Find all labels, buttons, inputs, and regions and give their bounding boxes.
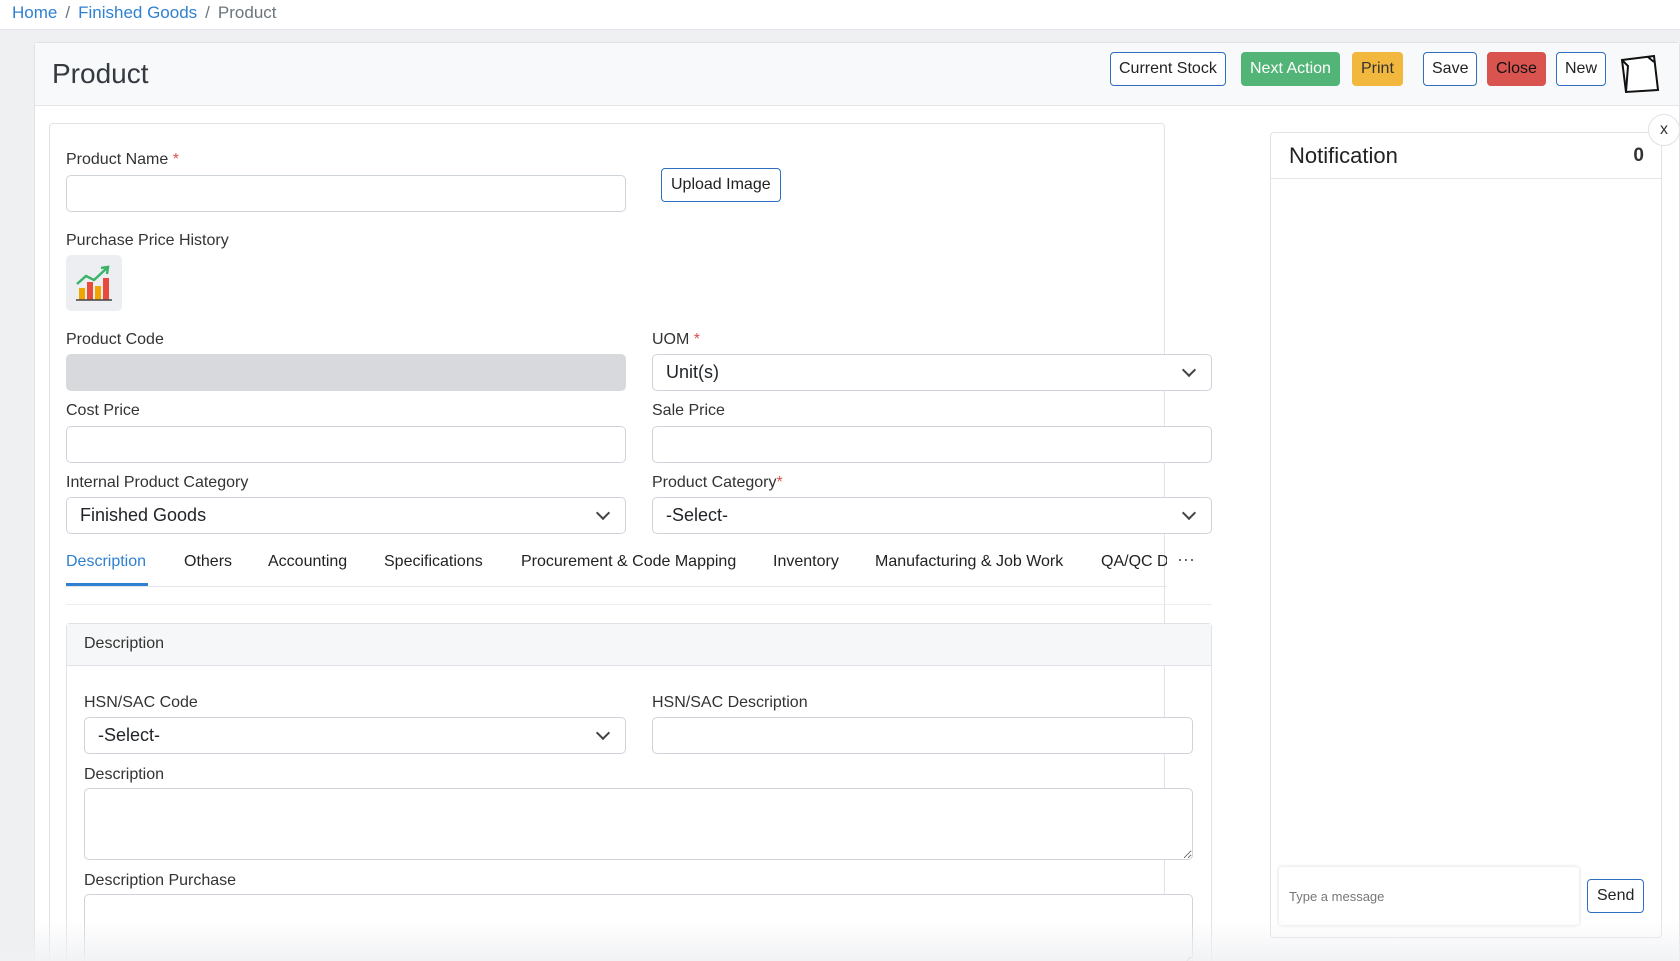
breadcrumb-finished-goods-link[interactable]: Finished Goods xyxy=(78,3,197,22)
description-textarea[interactable] xyxy=(84,788,1193,860)
breadcrumb-home-link[interactable]: Home xyxy=(12,3,57,22)
page-title: Product xyxy=(52,58,149,89)
tab-accounting[interactable]: Accounting xyxy=(268,553,347,571)
chevron-down-icon xyxy=(1181,362,1197,377)
internal-product-category-select[interactable]: Finished Goods xyxy=(66,497,626,534)
send-button[interactable]: Send xyxy=(1587,879,1645,913)
description-purchase-label: Description Purchase xyxy=(84,872,237,889)
notification-panel: Notification 0 xyxy=(1270,132,1662,938)
breadcrumb-current: Product xyxy=(217,3,277,22)
product-name-input[interactable] xyxy=(66,175,626,212)
cost-price-label: Cost Price xyxy=(66,402,140,419)
tabs-divider xyxy=(66,604,1212,605)
description-section-title: Description xyxy=(67,624,1211,666)
sticky-note-icon[interactable] xyxy=(1618,54,1662,94)
product-category-selected-value: -Select- xyxy=(666,505,729,525)
save-button[interactable]: Save xyxy=(1423,52,1478,86)
next-action-button[interactable]: Next Action xyxy=(1241,52,1340,86)
required-mark: * xyxy=(172,151,179,168)
notification-close-button[interactable]: x xyxy=(1648,114,1680,146)
hsn-sac-description-input[interactable] xyxy=(652,717,1193,754)
uom-selected-value: Unit(s) xyxy=(666,362,719,382)
cost-price-input[interactable] xyxy=(66,426,626,463)
breadcrumb: Home / Finished Goods / Product xyxy=(0,0,1680,30)
chevron-down-icon xyxy=(595,725,611,740)
notification-header: Notification 0 xyxy=(1271,133,1661,179)
tab-more-icon[interactable]: ··· xyxy=(1177,549,1195,570)
tab-manufacturing-job-work[interactable]: Manufacturing & Job Work xyxy=(875,553,1063,571)
notification-title: Notification xyxy=(1289,143,1398,168)
required-mark: * xyxy=(776,474,783,491)
uom-label-text: UOM xyxy=(652,331,690,348)
active-tab-indicator xyxy=(66,583,148,586)
product-code-input xyxy=(66,354,626,391)
current-stock-button[interactable]: Current Stock xyxy=(1110,52,1226,86)
product-name-label: Product Name * xyxy=(66,151,179,169)
sale-price-input[interactable] xyxy=(652,426,1212,463)
product-category-label: Product Category* xyxy=(652,474,783,492)
purchase-price-history-label: Purchase Price History xyxy=(66,232,229,249)
required-mark: * xyxy=(693,331,701,348)
internal-category-selected-value: Finished Goods xyxy=(80,505,207,525)
tab-others[interactable]: Others xyxy=(184,553,232,571)
product-tabs: Description Others Accounting Specificat… xyxy=(66,547,1225,587)
breadcrumb-separator: / xyxy=(205,3,210,22)
purchase-price-history-button[interactable] xyxy=(66,255,122,311)
hsn-sac-code-label: HSN/SAC Code xyxy=(84,694,198,711)
new-button[interactable]: New xyxy=(1556,52,1607,86)
product-category-select[interactable]: -Select- xyxy=(652,497,1212,534)
close-button[interactable]: Close xyxy=(1487,52,1546,86)
tab-inventory[interactable]: Inventory xyxy=(773,553,839,571)
hsn-sac-code-select[interactable]: -Select- xyxy=(84,717,626,754)
tab-specifications[interactable]: Specifications xyxy=(384,553,483,571)
product-code-label: Product Code xyxy=(66,331,164,348)
message-input[interactable] xyxy=(1279,867,1579,925)
description-label: Description xyxy=(84,766,165,783)
chevron-down-icon xyxy=(1181,505,1197,520)
tab-overflow-mask xyxy=(1167,547,1225,587)
uom-select[interactable]: Unit(s) xyxy=(652,354,1212,391)
chevron-down-icon xyxy=(595,505,611,520)
hsn-sac-code-selected-value: -Select- xyxy=(98,725,161,745)
tab-procurement-code-mapping[interactable]: Procurement & Code Mapping xyxy=(521,553,736,571)
print-button[interactable]: Print xyxy=(1352,52,1403,86)
internal-product-category-label: Internal Product Category xyxy=(66,474,249,491)
product-name-label-text: Product Name xyxy=(66,151,169,168)
chart-growth-icon xyxy=(76,265,112,301)
product-category-label-text: Product Category xyxy=(652,474,777,491)
sale-price-label: Sale Price xyxy=(652,402,725,419)
description-purchase-textarea[interactable] xyxy=(84,894,1193,961)
card-header: Product Current Stock Next Action Print … xyxy=(35,43,1679,106)
upload-image-button[interactable]: Upload Image xyxy=(661,168,781,202)
tab-description[interactable]: Description xyxy=(66,553,146,571)
hsn-sac-description-label: HSN/SAC Description xyxy=(652,694,808,711)
breadcrumb-separator: / xyxy=(65,3,71,22)
uom-label: UOM * xyxy=(652,331,700,349)
notification-count: 0 xyxy=(1633,145,1644,166)
